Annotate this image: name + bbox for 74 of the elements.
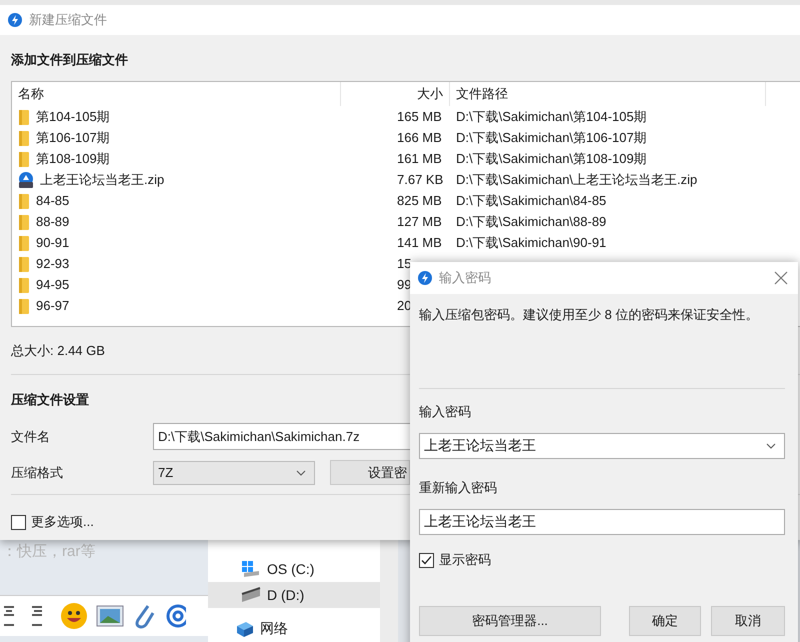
file-name: 上老王论坛当老王.zip xyxy=(40,170,164,188)
file-path: D:\下载\Sakimichan\90-91 xyxy=(456,234,606,250)
close-icon xyxy=(774,271,788,285)
hint-text: ：快压，rar等 xyxy=(1,542,96,561)
field-label: 文件名 xyxy=(11,428,51,446)
file-path: D:\下载\Sakimichan\第108-109期 xyxy=(456,150,647,166)
file-path: D:\下载\Sakimichan\84-85 xyxy=(456,192,606,208)
folder-icon xyxy=(18,298,30,314)
confirm-password-field[interactable]: 上老王论坛当老王 xyxy=(419,509,785,535)
sidebar-item[interactable]: OS (C:) xyxy=(208,556,380,582)
caret-icon xyxy=(766,443,776,449)
file-path: D:\下载\Sakimichan\上老王论坛当老王.zip xyxy=(456,172,698,186)
sidebar-item[interactable]: 网络 xyxy=(208,616,380,642)
windows-drive-icon xyxy=(241,560,261,578)
folder-icon xyxy=(18,130,30,146)
folder-icon xyxy=(18,256,30,272)
smiley-icon xyxy=(60,602,88,630)
file-name: 第104-105期 xyxy=(36,108,110,126)
total-size: 总大小: 2.44 GB xyxy=(11,342,106,360)
file-size: 141 MB xyxy=(397,235,442,250)
file-name: 92-93 xyxy=(36,256,70,271)
checkbox-label: 显示密码 xyxy=(439,551,491,569)
section-heading: 压缩文件设置 xyxy=(11,391,90,409)
checkbox[interactable] xyxy=(11,514,26,530)
file-size: 165 MB xyxy=(397,109,442,124)
drive-icon xyxy=(241,586,261,604)
at-icon xyxy=(164,602,186,630)
field-label: 压缩格式 xyxy=(11,464,64,482)
field-label: 输入密码 xyxy=(419,403,472,421)
file-size: 161 MB xyxy=(397,151,442,166)
file-size: 825 MB xyxy=(397,193,442,208)
caret-icon xyxy=(296,470,306,476)
file-size: 7.67 KB xyxy=(397,172,444,187)
file-path: D:\下载\Sakimichan\第106-107期 xyxy=(456,130,647,144)
file-name: 第106-107期 xyxy=(36,128,110,146)
file-size: 127 MB xyxy=(397,214,442,229)
set-password-button[interactable]: 设置密 xyxy=(330,460,410,485)
scrollbar[interactable] xyxy=(380,540,398,642)
section-heading: 添加文件到压缩文件 xyxy=(11,51,129,69)
app-icon xyxy=(418,271,432,285)
folder-icon xyxy=(18,214,30,230)
field-label: 重新输入密码 xyxy=(419,479,498,497)
cancel-button[interactable]: 取消 xyxy=(711,606,785,636)
network-icon xyxy=(234,620,254,638)
file-name: 第108-109期 xyxy=(36,150,110,168)
folder-icon xyxy=(18,192,30,208)
folder-icon xyxy=(18,150,30,166)
file-name: 84-85 xyxy=(36,193,70,208)
folder-icon xyxy=(18,276,30,292)
file-size: 166 MB xyxy=(397,130,442,145)
folder-icon xyxy=(18,108,30,124)
file-path: D:\下载\Sakimichan\第104-105期 xyxy=(456,108,647,124)
archive-icon xyxy=(18,172,34,188)
password-manager-button[interactable]: 密码管理器... xyxy=(419,606,601,636)
password-field[interactable]: 上老王论坛当老王 xyxy=(419,433,785,459)
window-title: 新建压缩文件 xyxy=(29,11,107,29)
dialog-title: 输入密码 xyxy=(439,269,491,287)
file-name: 90-91 xyxy=(36,235,70,250)
image-icon xyxy=(96,604,124,628)
file-name: 94-95 xyxy=(36,277,70,292)
column-header[interactable]: 文件路径 xyxy=(450,82,766,106)
file-name: 88-89 xyxy=(36,214,70,229)
sidebar-item[interactable]: D (D:) xyxy=(208,582,380,608)
instruction-text: 输入压缩包密码。建议使用至少 8 位的密码来保证安全性。 xyxy=(419,306,760,324)
checkbox[interactable] xyxy=(419,552,434,568)
ok-button[interactable]: 确定 xyxy=(629,606,701,636)
app-icon xyxy=(8,13,22,27)
file-name: 96-97 xyxy=(36,298,70,313)
file-path: D:\下载\Sakimichan\88-89 xyxy=(456,214,606,228)
column-header[interactable]: 大小 xyxy=(341,82,450,106)
checkbox-label: 更多选项... xyxy=(31,513,94,531)
format-dropdown[interactable]: 7Z xyxy=(153,460,315,484)
folder-icon xyxy=(18,234,30,250)
column-header[interactable]: 名称 xyxy=(12,82,341,106)
